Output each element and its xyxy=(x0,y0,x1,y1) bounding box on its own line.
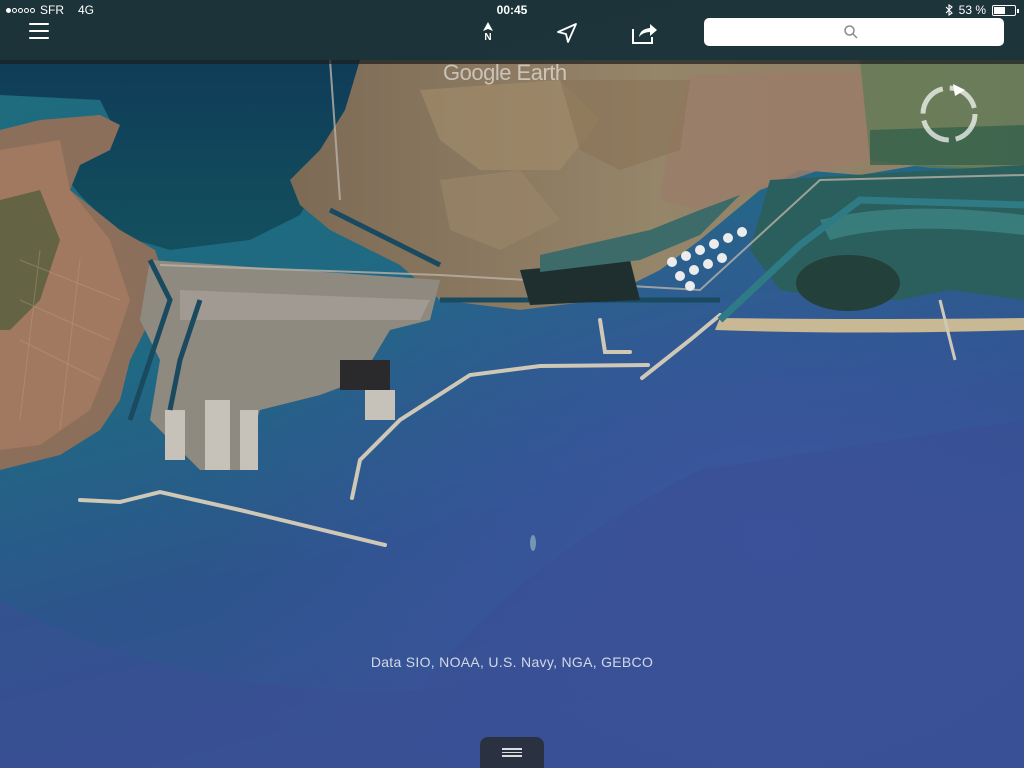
drag-handle-icon xyxy=(502,748,522,757)
status-time: 00:45 xyxy=(496,3,528,17)
share-icon[interactable] xyxy=(630,20,660,46)
battery-percent: 53 % xyxy=(958,3,986,17)
search-input[interactable] xyxy=(704,18,1004,46)
map-attribution: Data SIO, NOAA, U.S. Navy, NGA, GEBCO xyxy=(370,654,654,670)
bottom-panel-handle[interactable] xyxy=(480,737,544,768)
battery-level-fill xyxy=(994,6,1005,14)
my-location-icon[interactable] xyxy=(554,20,580,46)
hamburger-menu-icon[interactable] xyxy=(24,20,54,44)
status-right: 53 % xyxy=(945,3,1019,17)
bluetooth-icon xyxy=(945,4,953,16)
status-bar: SFR 4G 00:45 53 % xyxy=(0,0,1024,20)
north-label: N xyxy=(484,32,492,43)
compass-icon[interactable] xyxy=(913,78,985,150)
satellite-map[interactable] xyxy=(0,0,1024,768)
google-earth-screen: SFR 4G 00:45 53 % N Google Earth Data SI… xyxy=(0,0,1024,768)
google-earth-logo: Google Earth xyxy=(443,60,567,85)
north-arrow-icon[interactable]: N xyxy=(476,20,500,48)
battery-icon xyxy=(992,4,1019,16)
